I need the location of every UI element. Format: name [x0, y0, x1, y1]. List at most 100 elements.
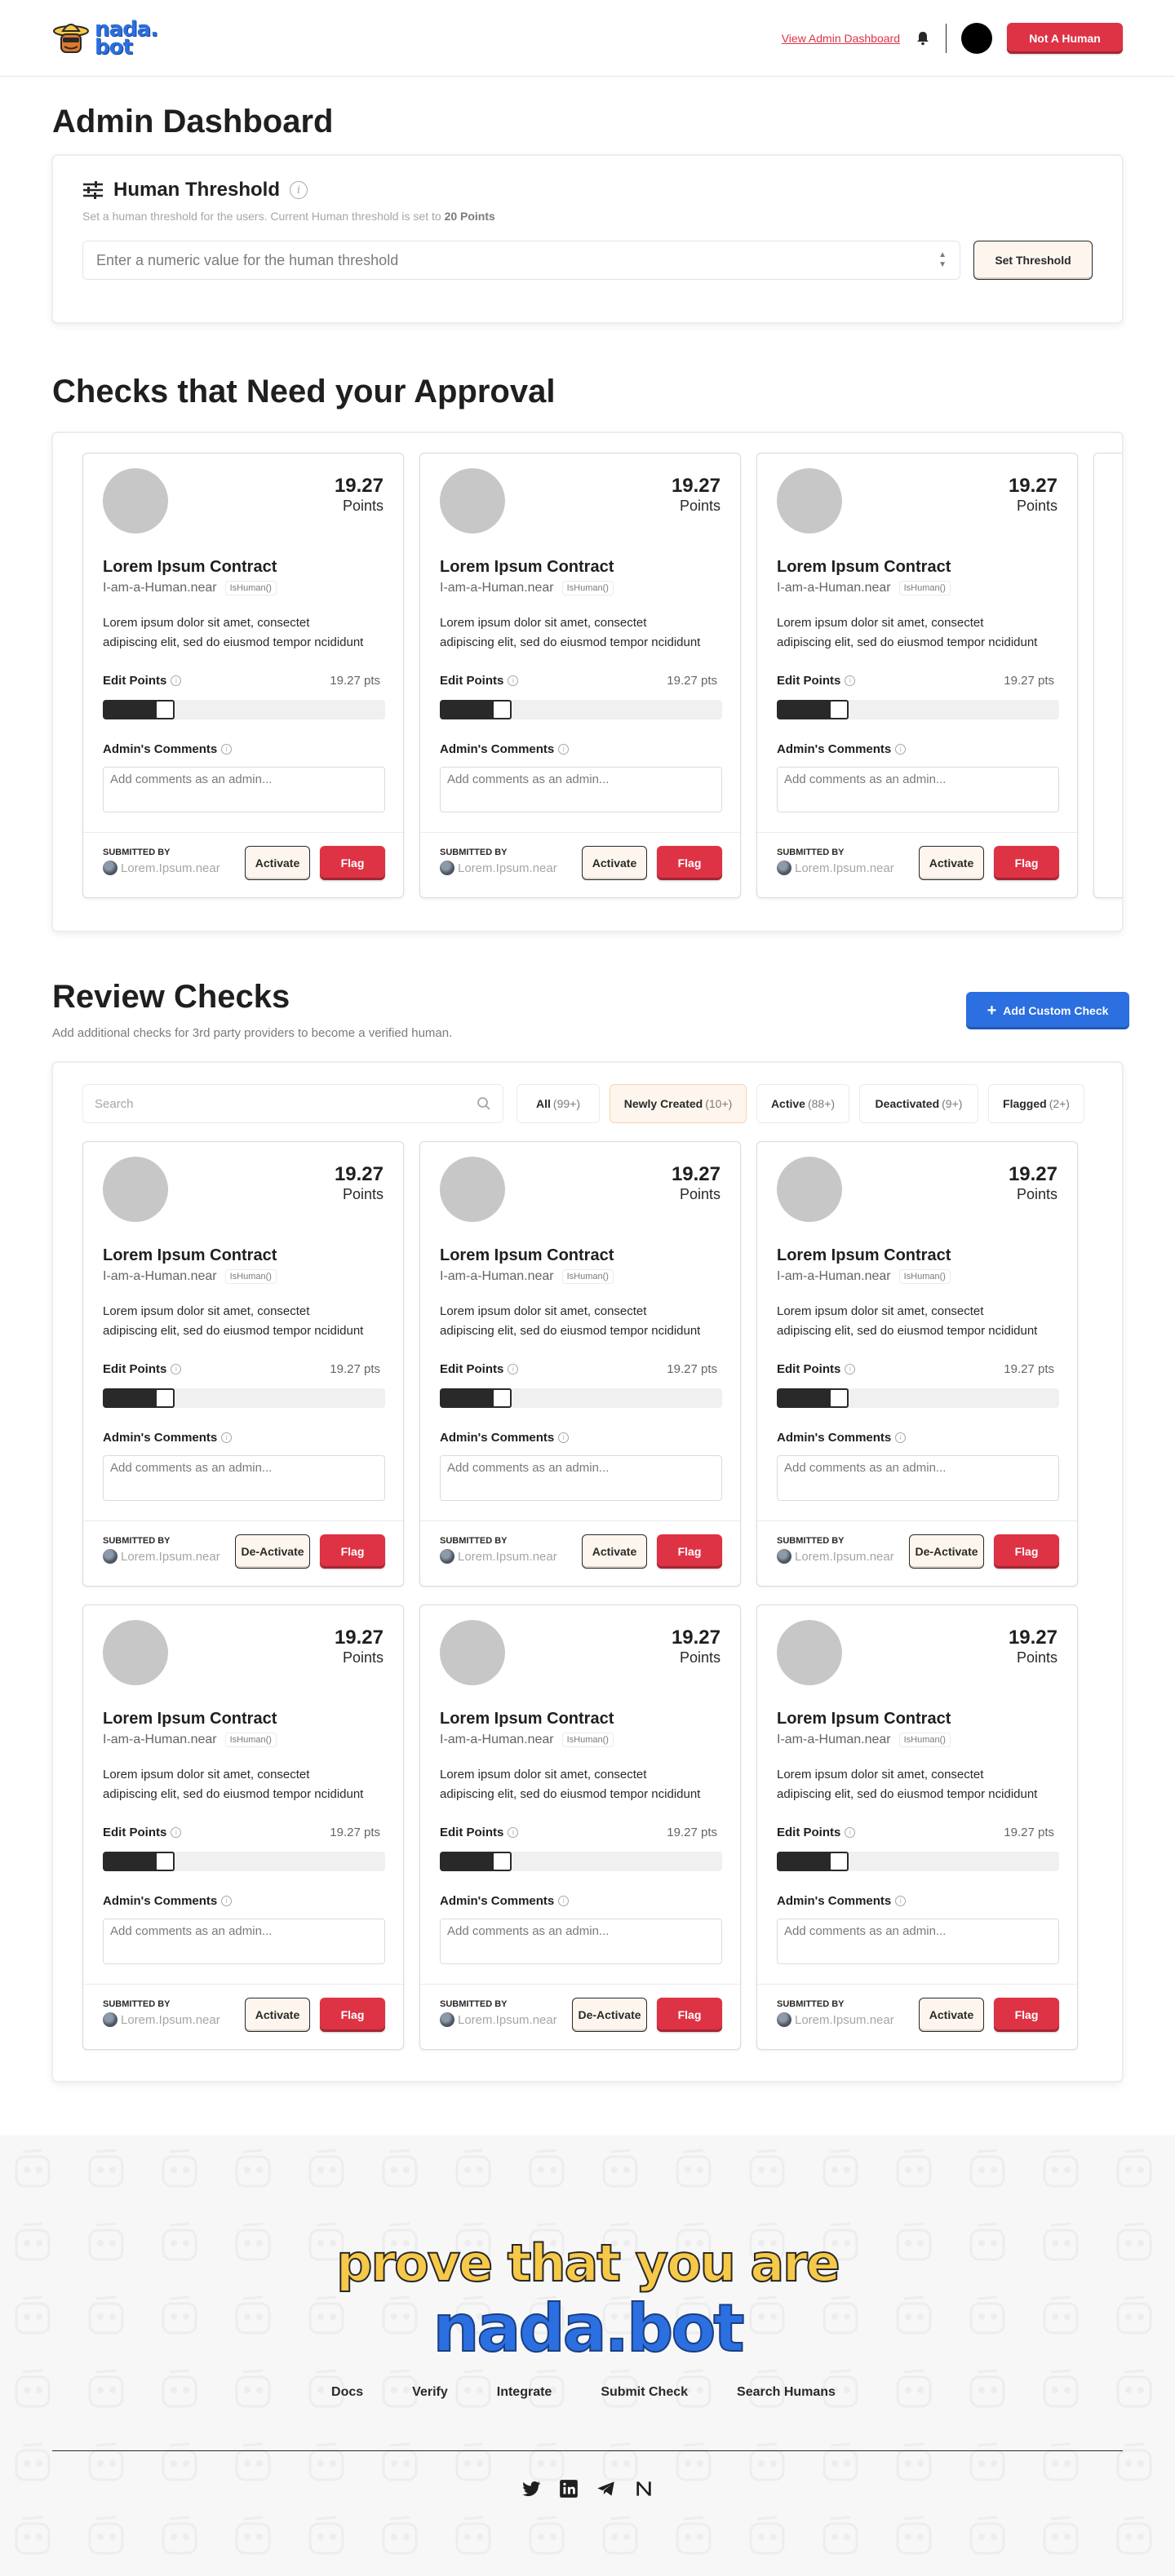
info-icon[interactable]: i	[895, 1896, 907, 1906]
filter-tab-flagged[interactable]: Flagged (2+)	[988, 1084, 1084, 1123]
footer-link-verify[interactable]: Verify	[412, 2385, 448, 2400]
admin-comment-input[interactable]: Add comments as an admin...	[103, 767, 385, 812]
points-slider[interactable]	[440, 700, 722, 719]
edit-points-value: 19.27 pts	[330, 1362, 380, 1376]
edit-points-label: Edit Points	[103, 674, 167, 688]
submitter[interactable]: Lorem.Ipsum.near	[103, 1549, 227, 1564]
admin-comment-input[interactable]: Add comments as an admin...	[440, 1919, 722, 1964]
submitter[interactable]: Lorem.Ipsum.near	[103, 2012, 227, 2027]
points-slider[interactable]	[103, 1852, 385, 1871]
slider-thumb[interactable]	[155, 1852, 175, 1871]
submitter[interactable]: Lorem.Ipsum.near	[777, 861, 901, 875]
check-description-line-2: adipiscing elit, sed do eiusmod tempor n…	[103, 635, 364, 649]
bell-icon[interactable]	[915, 30, 931, 46]
slider-thumb[interactable]	[829, 1388, 849, 1408]
flag-button[interactable]: Flag	[320, 1534, 385, 1569]
flag-button[interactable]: Flag	[994, 846, 1059, 880]
activate-toggle-button[interactable]: Activate	[245, 846, 310, 880]
filter-tab-active[interactable]: Active (88+)	[756, 1084, 849, 1123]
footer-link-integrate[interactable]: Integrate	[497, 2385, 552, 2400]
points-slider[interactable]	[777, 1852, 1059, 1871]
admin-comment-input[interactable]: Add comments as an admin...	[777, 767, 1059, 812]
add-custom-check-button[interactable]: + Add Custom Check	[966, 992, 1129, 1029]
user-avatar[interactable]	[961, 22, 992, 54]
search-input[interactable]: Search	[82, 1084, 503, 1123]
activate-toggle-button[interactable]: De-Activate	[909, 1534, 984, 1569]
activate-toggle-button[interactable]: Activate	[245, 1998, 310, 2032]
activate-toggle-button[interactable]: De-Activate	[572, 1998, 647, 2032]
points-slider[interactable]	[440, 1388, 722, 1408]
info-icon[interactable]: i	[508, 1364, 519, 1374]
points-slider[interactable]	[777, 1388, 1059, 1408]
info-icon[interactable]: i	[221, 744, 233, 755]
slider-thumb[interactable]	[155, 700, 175, 719]
info-icon[interactable]: i	[895, 1432, 907, 1443]
slider-thumb[interactable]	[829, 700, 849, 719]
number-spinner-icon[interactable]: ▲ ▼	[938, 250, 947, 270]
info-icon[interactable]: i	[845, 1364, 856, 1374]
admin-comment-input[interactable]: Add comments as an admin...	[440, 767, 722, 812]
not-a-human-button[interactable]: Not A Human	[1007, 22, 1123, 54]
view-admin-dashboard-link[interactable]: View Admin Dashboard	[782, 32, 900, 45]
submitter[interactable]: Lorem.Ipsum.near	[440, 2012, 564, 2027]
info-icon[interactable]: i	[171, 1827, 182, 1838]
footer-link-submit-check[interactable]: Submit Check	[601, 2385, 688, 2400]
near-icon[interactable]	[633, 2478, 654, 2499]
info-icon[interactable]: i	[221, 1432, 233, 1443]
info-icon[interactable]: i	[508, 1827, 519, 1838]
flag-button[interactable]: Flag	[994, 1998, 1059, 2032]
admin-comment-input[interactable]: Add comments as an admin...	[103, 1455, 385, 1501]
activate-toggle-button[interactable]: Activate	[582, 1534, 647, 1569]
admin-comment-input[interactable]: Add comments as an admin...	[777, 1455, 1059, 1501]
flag-button[interactable]: Flag	[657, 1534, 722, 1569]
info-icon[interactable]: i	[558, 1896, 570, 1906]
slider-thumb[interactable]	[492, 1388, 512, 1408]
filter-tab-all[interactable]: All (99+)	[517, 1084, 600, 1123]
points-slider[interactable]	[103, 1388, 385, 1408]
flag-button[interactable]: Flag	[994, 1534, 1059, 1569]
info-icon[interactable]: i	[558, 744, 570, 755]
submitter[interactable]: Lorem.Ipsum.near	[103, 861, 227, 875]
set-threshold-button[interactable]: Set Threshold	[973, 241, 1093, 280]
points-slider[interactable]	[440, 1852, 722, 1871]
slider-thumb[interactable]	[155, 1388, 175, 1408]
filter-tab-deactivated[interactable]: Deactivated (9+)	[859, 1084, 978, 1123]
logo[interactable]: nada. bot	[52, 19, 158, 58]
threshold-input[interactable]: Enter a numeric value for the human thre…	[82, 241, 960, 280]
activate-toggle-button[interactable]: Activate	[919, 846, 984, 880]
flag-button[interactable]: Flag	[657, 846, 722, 880]
info-icon[interactable]: i	[290, 181, 308, 199]
info-icon[interactable]: i	[845, 1827, 856, 1838]
admin-comment-input[interactable]: Add comments as an admin...	[440, 1455, 722, 1501]
points-slider[interactable]	[777, 700, 1059, 719]
admin-comment-input[interactable]: Add comments as an admin...	[777, 1919, 1059, 1964]
slider-thumb[interactable]	[492, 700, 512, 719]
footer-link-search-humans[interactable]: Search Humans	[737, 2385, 836, 2400]
submitter[interactable]: Lorem.Ipsum.near	[440, 1549, 564, 1564]
info-icon[interactable]: i	[508, 675, 519, 686]
linkedin-icon[interactable]	[558, 2478, 579, 2499]
twitter-icon[interactable]	[521, 2478, 542, 2499]
info-icon[interactable]: i	[895, 744, 907, 755]
activate-toggle-button[interactable]: Activate	[919, 1998, 984, 2032]
activate-toggle-button[interactable]: De-Activate	[235, 1534, 310, 1569]
flag-button[interactable]: Flag	[320, 1998, 385, 2032]
submitter[interactable]: Lorem.Ipsum.near	[777, 1549, 901, 1564]
submitter[interactable]: Lorem.Ipsum.near	[777, 2012, 901, 2027]
info-icon[interactable]: i	[171, 675, 182, 686]
slider-thumb[interactable]	[492, 1852, 512, 1871]
activate-toggle-button[interactable]: Activate	[582, 846, 647, 880]
footer-link-docs[interactable]: Docs	[331, 2385, 363, 2400]
info-icon[interactable]: i	[221, 1896, 233, 1906]
info-icon[interactable]: i	[171, 1364, 182, 1374]
telegram-icon[interactable]	[596, 2478, 617, 2499]
flag-button[interactable]: Flag	[320, 846, 385, 880]
submitter[interactable]: Lorem.Ipsum.near	[440, 861, 564, 875]
admin-comment-input[interactable]: Add comments as an admin...	[103, 1919, 385, 1964]
info-icon[interactable]: i	[558, 1432, 570, 1443]
filter-tab-newly-created[interactable]: Newly Created (10+)	[610, 1084, 747, 1123]
points-slider[interactable]	[103, 700, 385, 719]
slider-thumb[interactable]	[829, 1852, 849, 1871]
flag-button[interactable]: Flag	[657, 1998, 722, 2032]
info-icon[interactable]: i	[845, 675, 856, 686]
